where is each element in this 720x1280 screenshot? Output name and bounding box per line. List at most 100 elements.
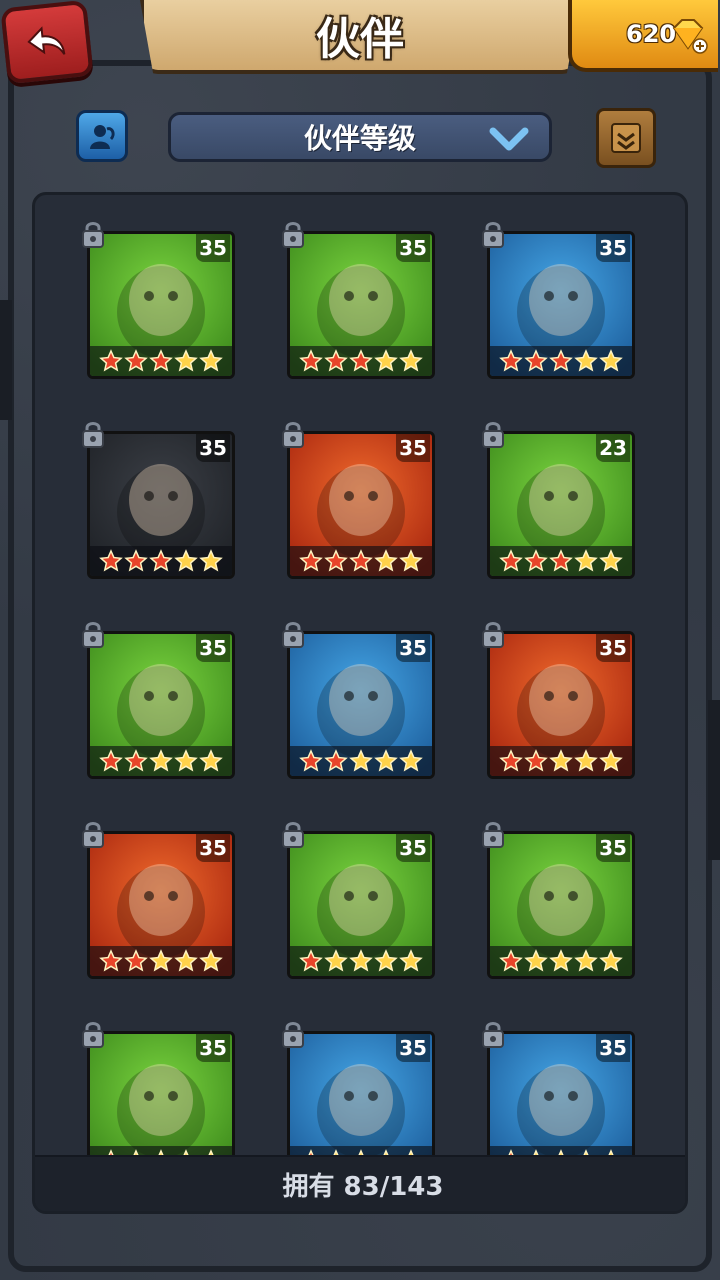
- lock-icon[interactable]: [479, 619, 507, 649]
- star-rating: [290, 946, 432, 976]
- lock-icon[interactable]: [79, 419, 107, 449]
- lock-icon[interactable]: [279, 219, 307, 249]
- level-badge: 35: [396, 834, 430, 862]
- filter-button[interactable]: [76, 110, 128, 162]
- star-icon: [124, 749, 148, 772]
- companion-card[interactable]: 23: [487, 431, 635, 579]
- lock-icon[interactable]: [79, 619, 107, 649]
- companion-card[interactable]: 35: [487, 831, 635, 979]
- star-icon: [549, 349, 573, 372]
- star-rating: [90, 546, 232, 576]
- star-icon: [174, 949, 198, 972]
- lock-icon[interactable]: [479, 819, 507, 849]
- companion-card[interactable]: 35: [287, 831, 435, 979]
- lock-icon[interactable]: [279, 619, 307, 649]
- star-icon: [399, 349, 423, 372]
- star-icon: [499, 949, 523, 972]
- level-badge: 35: [596, 834, 630, 862]
- star-icon: [324, 749, 348, 772]
- companion-card[interactable]: 35: [287, 431, 435, 579]
- back-arrow-icon: [27, 26, 66, 55]
- codex-button[interactable]: [596, 108, 656, 168]
- star-icon: [349, 749, 373, 772]
- star-rating: [90, 946, 232, 976]
- companion-card[interactable]: 35: [87, 831, 235, 979]
- star-icon: [199, 349, 223, 372]
- owned-footer: 拥有 83/143: [35, 1155, 685, 1211]
- star-icon: [199, 949, 223, 972]
- star-rating: [490, 346, 632, 376]
- star-icon: [174, 549, 198, 572]
- star-icon: [374, 549, 398, 572]
- companion-card[interactable]: 35: [87, 231, 235, 379]
- level-badge: 35: [396, 234, 430, 262]
- star-rating: [90, 346, 232, 376]
- level-badge: 35: [396, 634, 430, 662]
- sort-label: 伙伴等级: [303, 122, 416, 155]
- lock-icon[interactable]: [79, 219, 107, 249]
- star-icon: [299, 349, 323, 372]
- companion-card[interactable]: 35: [87, 1031, 235, 1161]
- lock-icon[interactable]: [279, 819, 307, 849]
- companion-card[interactable]: 35: [487, 631, 635, 779]
- star-icon: [599, 949, 623, 972]
- star-rating: [490, 746, 632, 776]
- star-rating: [90, 746, 232, 776]
- companion-panel: 35 35 35 35 35 23 35 35 35 35 35 35 35 35 35 拥有 83/143: [32, 192, 688, 1214]
- sort-dropdown[interactable]: 伙伴等级: [168, 112, 552, 162]
- star-icon: [549, 949, 573, 972]
- companion-card[interactable]: 35: [487, 1031, 635, 1161]
- level-badge: 35: [196, 1034, 230, 1062]
- star-icon: [599, 349, 623, 372]
- star-rating: [290, 546, 432, 576]
- star-icon: [149, 349, 173, 372]
- star-icon: [124, 949, 148, 972]
- back-button[interactable]: [0, 0, 94, 85]
- companion-card[interactable]: 35: [487, 231, 635, 379]
- star-icon: [524, 749, 548, 772]
- chevron-down-icon: [489, 127, 529, 151]
- level-badge: 35: [196, 634, 230, 662]
- lock-icon[interactable]: [79, 1019, 107, 1049]
- star-icon: [349, 949, 373, 972]
- lock-icon[interactable]: [479, 219, 507, 249]
- gem-plus-icon: [672, 19, 708, 54]
- lock-icon[interactable]: [279, 419, 307, 449]
- companion-card[interactable]: 35: [287, 631, 435, 779]
- star-icon: [149, 949, 173, 972]
- star-icon: [499, 549, 523, 572]
- star-icon: [199, 549, 223, 572]
- star-icon: [524, 349, 548, 372]
- gem-counter[interactable]: 620: [568, 0, 718, 72]
- star-icon: [149, 549, 173, 572]
- star-icon: [299, 749, 323, 772]
- star-icon: [174, 349, 198, 372]
- star-icon: [299, 949, 323, 972]
- companion-card[interactable]: 35: [87, 431, 235, 579]
- star-icon: [599, 749, 623, 772]
- frame-crack: [708, 700, 720, 860]
- star-rating: [490, 546, 632, 576]
- lock-icon[interactable]: [479, 1019, 507, 1049]
- star-icon: [99, 749, 123, 772]
- lock-icon[interactable]: [479, 419, 507, 449]
- level-badge: 23: [596, 434, 630, 462]
- star-icon: [599, 549, 623, 572]
- title-banner: 伙伴: [140, 0, 580, 74]
- star-icon: [399, 949, 423, 972]
- companion-card[interactable]: 35: [287, 231, 435, 379]
- silhouette-icon: [90, 125, 115, 149]
- star-icon: [99, 949, 123, 972]
- star-icon: [499, 749, 523, 772]
- star-rating: [290, 746, 432, 776]
- level-badge: 35: [396, 434, 430, 462]
- level-badge: 35: [596, 234, 630, 262]
- star-rating: [490, 946, 632, 976]
- companion-card[interactable]: 35: [87, 631, 235, 779]
- companion-grid: 35 35 35 35 35 23 35 35 35 35 35 35 35 35 35: [35, 195, 685, 1161]
- companion-card[interactable]: 35: [287, 1031, 435, 1161]
- lock-icon[interactable]: [279, 1019, 307, 1049]
- lock-icon[interactable]: [79, 819, 107, 849]
- level-badge: 35: [596, 1034, 630, 1062]
- star-icon: [124, 549, 148, 572]
